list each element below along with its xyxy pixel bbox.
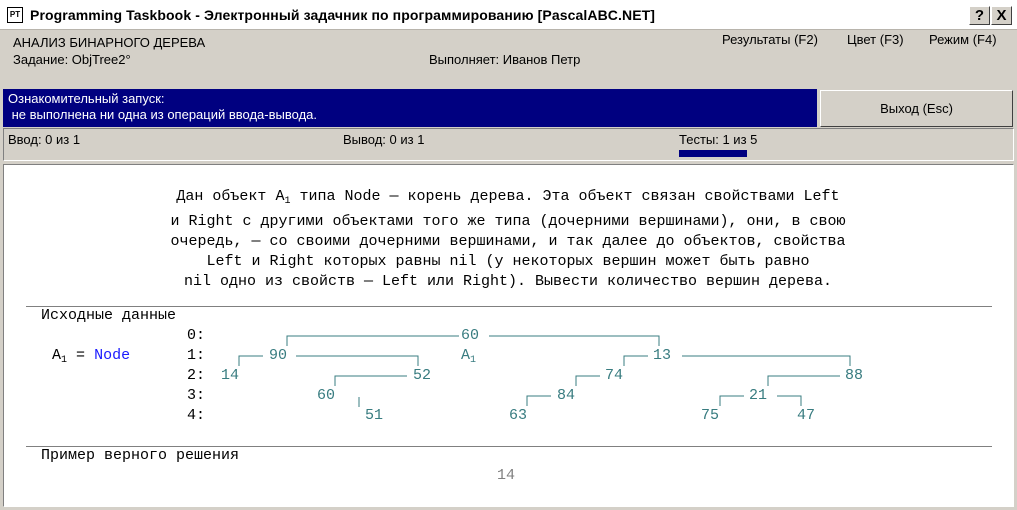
tree-node: 63	[509, 407, 528, 424]
pointer-label: A1	[461, 347, 477, 366]
output-counter: Вывод: 0 из 1	[343, 132, 425, 147]
tree-node: 75	[701, 407, 720, 424]
task-header: АНАЛИЗ БИНАРНОГО ДЕРЕВА Задание: ObjTree…	[0, 30, 1017, 88]
tree-node: 90	[269, 347, 288, 364]
example-answer: 14	[497, 467, 516, 484]
tree-node: 47	[797, 407, 816, 424]
close-button[interactable]: X	[991, 6, 1012, 25]
tree-node: 88	[845, 367, 864, 384]
app-window: PT Programming Taskbook - Электронный за…	[0, 0, 1017, 510]
task-content: Дан объект A1 типа Node — корень дерева.…	[3, 164, 1014, 507]
task-name: Задание: ObjTree2°	[13, 52, 131, 67]
exit-button[interactable]: Выход (Esc)	[820, 90, 1013, 127]
status-line-1: Ознакомительный запуск:	[8, 91, 165, 106]
help-button[interactable]: ?	[969, 6, 990, 25]
tree-node: 14	[221, 367, 240, 384]
tests-progress-bar	[679, 150, 747, 157]
tree-node: 51	[365, 407, 384, 424]
status-panel: Ознакомительный запуск: не выполнена ни …	[3, 89, 817, 127]
tree-node: 74	[605, 367, 624, 384]
io-counters: Ввод: 0 из 1 Вывод: 0 из 1 Тесты: 1 из 5	[3, 128, 1014, 161]
tree-node: 21	[749, 387, 768, 404]
tree-node: 52	[413, 367, 432, 384]
section-title: АНАЛИЗ БИНАРНОГО ДЕРЕВА	[13, 35, 206, 50]
example-solution-heading: Пример верного решения	[41, 447, 240, 464]
input-counter: Ввод: 0 из 1	[8, 132, 81, 147]
tree-node: 60	[461, 327, 480, 344]
tree-node: 13	[653, 347, 672, 364]
title-bar: PT Programming Taskbook - Электронный за…	[0, 0, 1017, 30]
status-line-2: не выполнена ни одна из операций ввода-в…	[8, 107, 317, 122]
taskbook-app-icon: PT	[7, 6, 23, 23]
color-menu-item[interactable]: Цвет (F3)	[847, 32, 904, 47]
performer-name: Выполняет: Иванов Петр	[429, 52, 581, 67]
tree-node: 60	[317, 387, 336, 404]
tree-node: 84	[557, 387, 576, 404]
window-title: Programming Taskbook - Электронный задач…	[30, 6, 656, 23]
mode-menu-item[interactable]: Режим (F4)	[929, 32, 997, 47]
tests-counter: Тесты: 1 из 5	[679, 132, 758, 147]
results-menu-item[interactable]: Результаты (F2)	[722, 32, 818, 47]
